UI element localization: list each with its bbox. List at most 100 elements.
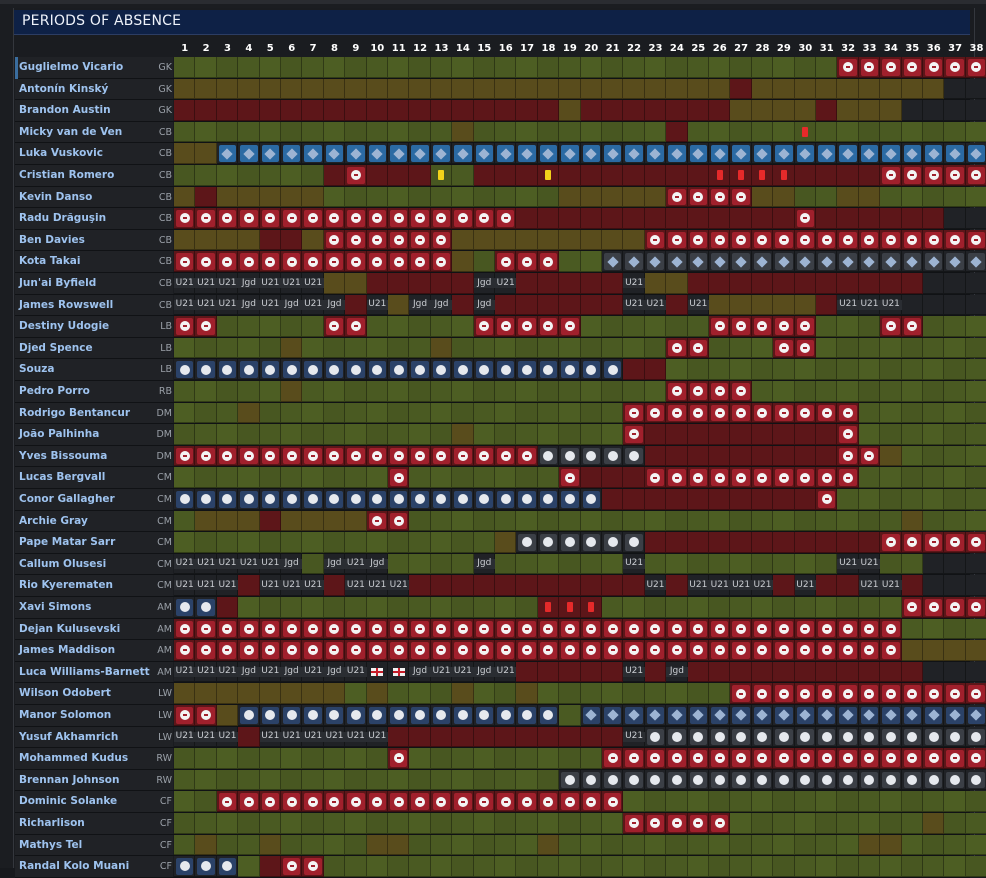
matchday-cell[interactable] xyxy=(794,489,816,510)
matchday-cell[interactable] xyxy=(901,510,923,532)
matchday-cell[interactable] xyxy=(345,532,367,553)
matchday-cell[interactable] xyxy=(281,316,303,337)
matchday-cell[interactable] xyxy=(687,273,709,294)
matchday-cell[interactable] xyxy=(323,186,346,208)
matchday-cell[interactable] xyxy=(580,856,602,877)
matchday-cell[interactable] xyxy=(195,510,217,532)
matchday-cell[interactable] xyxy=(858,316,881,337)
player-name[interactable]: Micky van de Ven xyxy=(19,126,122,138)
matchday-cell[interactable] xyxy=(516,661,538,683)
matchday-cell[interactable] xyxy=(773,100,795,121)
matchday-cell[interactable] xyxy=(901,489,923,510)
matchday-cell[interactable] xyxy=(473,57,495,78)
matchday-cell[interactable] xyxy=(195,143,217,164)
matchday-cell[interactable] xyxy=(965,337,986,359)
matchday-cell[interactable] xyxy=(901,445,923,467)
matchday-cell[interactable] xyxy=(537,186,560,208)
matchday-cell[interactable] xyxy=(366,316,388,337)
matchday-cell[interactable] xyxy=(773,489,795,510)
matchday-cell[interactable] xyxy=(259,121,281,143)
matchday-cell[interactable] xyxy=(473,510,495,532)
matchday-cell[interactable] xyxy=(687,532,709,553)
matchday-cell[interactable] xyxy=(323,856,346,877)
matchday-cell[interactable] xyxy=(323,337,346,359)
matchday-cell[interactable] xyxy=(666,597,688,618)
matchday-cell[interactable] xyxy=(901,424,923,445)
matchday-cell[interactable] xyxy=(858,402,881,424)
matchday-cell[interactable] xyxy=(602,316,624,337)
matchday-cell[interactable] xyxy=(880,208,902,229)
matchday-cell[interactable] xyxy=(644,100,667,121)
matchday-cell[interactable] xyxy=(580,186,602,208)
player-name[interactable]: Jun'ai Byfield xyxy=(19,277,96,289)
matchday-cell[interactable] xyxy=(216,813,239,834)
matchday-cell[interactable] xyxy=(923,618,945,640)
matchday-cell[interactable] xyxy=(837,208,859,229)
matchday-cell[interactable] xyxy=(495,532,517,553)
matchday-cell[interactable] xyxy=(195,791,217,812)
matchday-cell[interactable] xyxy=(238,510,260,532)
matchday-cell[interactable] xyxy=(302,834,324,856)
matchday-cell[interactable] xyxy=(559,575,581,596)
matchday-cell[interactable] xyxy=(944,467,966,488)
matchday-cell[interactable] xyxy=(944,618,966,640)
matchday-cell[interactable] xyxy=(302,57,324,78)
matchday-cell[interactable] xyxy=(302,337,324,359)
matchday-cell[interactable] xyxy=(773,78,795,100)
matchday-cell[interactable] xyxy=(259,467,281,488)
matchday-cell[interactable] xyxy=(430,337,453,359)
matchday-cell[interactable] xyxy=(709,834,731,856)
matchday-cell[interactable] xyxy=(794,791,816,812)
matchday-cell[interactable] xyxy=(216,834,239,856)
matchday-cell[interactable] xyxy=(516,834,538,856)
matchday-cell[interactable] xyxy=(537,467,560,488)
matchday-cell[interactable] xyxy=(580,834,602,856)
matchday-cell[interactable] xyxy=(559,165,581,186)
matchday-cell[interactable] xyxy=(923,208,945,229)
matchday-cell[interactable] xyxy=(773,791,795,812)
matchday-cell[interactable] xyxy=(281,467,303,488)
matchday-cell[interactable] xyxy=(495,424,517,445)
matchday-cell[interactable] xyxy=(580,273,602,294)
matchday-cell[interactable] xyxy=(880,78,902,100)
matchday-cell[interactable] xyxy=(174,834,196,856)
matchday-cell[interactable] xyxy=(687,121,709,143)
matchday-cell[interactable] xyxy=(580,316,602,337)
matchday-cell[interactable] xyxy=(644,597,667,618)
matchday-cell[interactable] xyxy=(794,273,816,294)
matchday-cell[interactable] xyxy=(559,683,581,704)
player-name[interactable]: Antonín Kinský xyxy=(19,83,108,95)
matchday-cell[interactable] xyxy=(537,381,560,402)
matchday-cell[interactable] xyxy=(923,273,945,294)
matchday-cell[interactable] xyxy=(302,683,324,704)
matchday-cell[interactable] xyxy=(901,834,923,856)
matchday-cell[interactable] xyxy=(195,121,217,143)
matchday-cell[interactable] xyxy=(409,273,431,294)
matchday-cell[interactable] xyxy=(388,78,410,100)
matchday-cell[interactable] xyxy=(174,229,196,251)
matchday-cell[interactable] xyxy=(644,791,667,812)
matchday-cell[interactable] xyxy=(195,424,217,445)
matchday-cell[interactable] xyxy=(452,575,474,596)
matchday-cell[interactable] xyxy=(880,273,902,294)
matchday-cell[interactable] xyxy=(559,510,581,532)
matchday-cell[interactable] xyxy=(709,294,731,316)
matchday-cell[interactable] xyxy=(666,856,688,877)
matchday-cell[interactable] xyxy=(880,359,902,380)
matchday-cell[interactable] xyxy=(794,661,816,683)
matchday-cell[interactable] xyxy=(388,337,410,359)
matchday-cell[interactable] xyxy=(495,467,517,488)
matchday-cell[interactable] xyxy=(281,121,303,143)
matchday-cell[interactable] xyxy=(644,445,667,467)
matchday-cell[interactable] xyxy=(580,683,602,704)
matchday-cell[interactable] xyxy=(537,57,560,78)
player-name[interactable]: Callum Olusesi xyxy=(19,558,106,570)
matchday-cell[interactable] xyxy=(730,78,752,100)
matchday-cell[interactable] xyxy=(195,78,217,100)
matchday-cell[interactable] xyxy=(195,186,217,208)
matchday-cell[interactable] xyxy=(495,575,517,596)
matchday-cell[interactable] xyxy=(666,316,688,337)
matchday-cell[interactable] xyxy=(794,100,816,121)
matchday-cell[interactable] xyxy=(751,856,774,877)
matchday-cell[interactable] xyxy=(388,273,410,294)
